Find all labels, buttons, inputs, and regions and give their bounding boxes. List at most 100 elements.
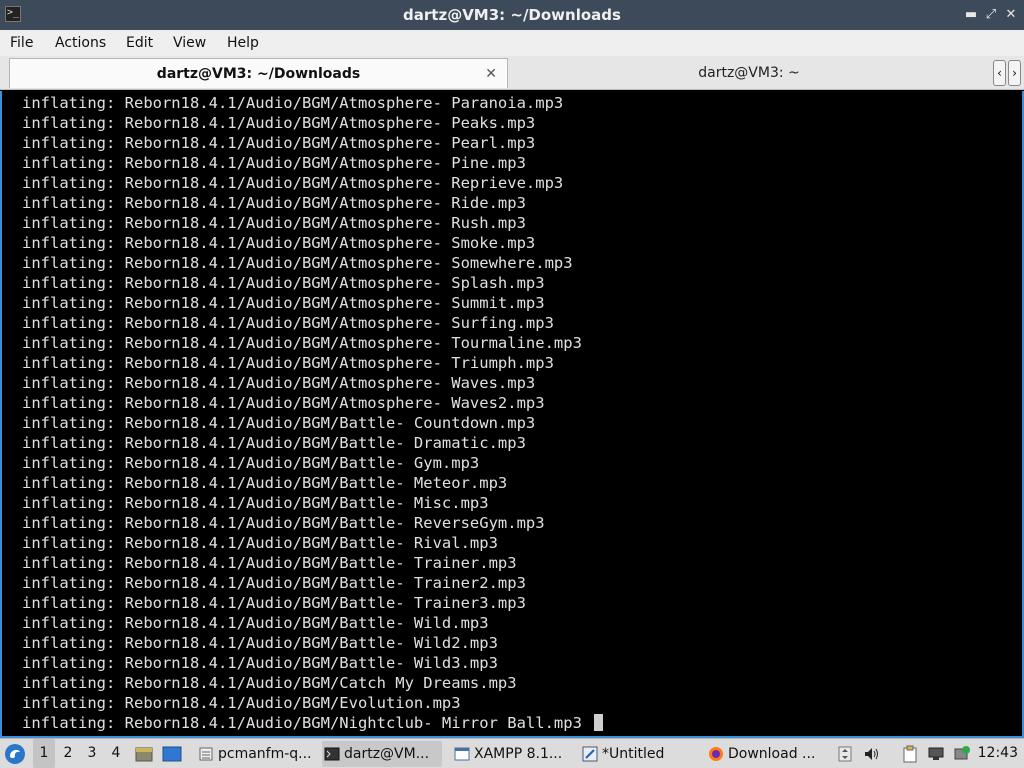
terminal-line: inflating: Reborn18.4.1/Audio/BGM/Atmosp… — [22, 293, 603, 313]
terminal-line: inflating: Reborn18.4.1/Audio/BGM/Atmosp… — [22, 233, 603, 253]
workspace-4[interactable]: 4 — [105, 739, 127, 768]
task-xampp[interactable]: XAMPP 8.1... — [452, 741, 572, 767]
menu-help[interactable]: Help — [227, 30, 259, 56]
task-label: XAMPP 8.1... — [474, 746, 563, 762]
terminal-line-text: inflating: Reborn18.4.1/Audio/BGM/Atmosp… — [22, 234, 536, 252]
terminal-line-text: inflating: Reborn18.4.1/Audio/BGM/Battle… — [22, 514, 545, 532]
task-text-editor[interactable]: *Untitled — [580, 741, 698, 767]
scroll-indicator-icon[interactable] — [836, 745, 854, 763]
terminal-line-text: inflating: Reborn18.4.1/Audio/BGM/Atmosp… — [22, 274, 545, 292]
terminal-line: inflating: Reborn18.4.1/Audio/BGM/Nightc… — [22, 713, 603, 733]
terminal-line-text: inflating: Reborn18.4.1/Audio/BGM/Atmosp… — [22, 334, 582, 352]
terminal-line: inflating: Reborn18.4.1/Audio/BGM/Atmosp… — [22, 173, 603, 193]
terminal-line: inflating: Reborn18.4.1/Audio/BGM/Atmosp… — [22, 193, 603, 213]
terminal-line: inflating: Reborn18.4.1/Audio/BGM/Battle… — [22, 493, 603, 513]
terminal-line-text: inflating: Reborn18.4.1/Audio/BGM/Battle… — [22, 494, 489, 512]
task-label: *Untitled — [602, 746, 665, 762]
terminal-line-text: inflating: Reborn18.4.1/Audio/BGM/Battle… — [22, 414, 536, 432]
menu-file[interactable]: File — [10, 30, 33, 56]
close-button[interactable]: ✕ — [1002, 6, 1020, 24]
clock[interactable]: 12:43 — [978, 739, 1018, 768]
start-menu-icon[interactable] — [4, 743, 26, 765]
terminal-line: inflating: Reborn18.4.1/Audio/BGM/Evolut… — [22, 693, 603, 713]
menu-edit[interactable]: Edit — [126, 30, 153, 56]
task-label: dartz@VM... — [344, 746, 430, 762]
terminal-line: inflating: Reborn18.4.1/Audio/BGM/Atmosp… — [22, 153, 603, 173]
terminal-line-text: inflating: Reborn18.4.1/Audio/BGM/Atmosp… — [22, 254, 573, 272]
terminal-line: inflating: Reborn18.4.1/Audio/BGM/Battle… — [22, 413, 603, 433]
terminal-line: inflating: Reborn18.4.1/Audio/BGM/Atmosp… — [22, 353, 603, 373]
terminal-line-text: inflating: Reborn18.4.1/Audio/BGM/Catch … — [22, 674, 517, 692]
terminal-line: inflating: Reborn18.4.1/Audio/BGM/Catch … — [22, 673, 603, 693]
menu-bar: File Actions Edit View Help — [0, 30, 1024, 56]
workspace-1[interactable]: 1 — [33, 739, 55, 768]
clipboard-icon[interactable] — [901, 745, 919, 763]
tab-label: dartz@VM3: ~ — [698, 65, 800, 81]
task-terminal[interactable]: dartz@VM... — [322, 741, 442, 767]
text-editor-icon — [582, 746, 598, 762]
task-file-manager[interactable]: pcmanfm-q... — [196, 741, 316, 767]
terminal-output[interactable]: inflating: Reborn18.4.1/Audio/BGM/Atmosp… — [0, 91, 1024, 738]
minimize-button[interactable]: ▬ — [962, 6, 980, 24]
terminal-line: inflating: Reborn18.4.1/Audio/BGM/Atmosp… — [22, 273, 603, 293]
task-label: pcmanfm-q... — [218, 746, 312, 762]
tab-label: dartz@VM3: ~/Downloads — [156, 66, 361, 82]
taskbar: 1 2 3 4 pcmanfm-q... dartz@VM... XAMPP 8… — [0, 738, 1024, 768]
terminal-window: >_ dartz@VM3: ~/Downloads ▬ ⤢ ✕ File Act… — [0, 0, 1024, 738]
network-icon[interactable] — [927, 745, 945, 763]
task-firefox[interactable]: Download ... — [706, 741, 826, 767]
terminal-line-text: inflating: Reborn18.4.1/Audio/BGM/Battle… — [22, 554, 517, 572]
terminal-line-text: inflating: Reborn18.4.1/Audio/BGM/Atmosp… — [22, 114, 536, 132]
maximize-button[interactable]: ⤢ — [982, 6, 1000, 24]
terminal-line: inflating: Reborn18.4.1/Audio/BGM/Battle… — [22, 553, 603, 573]
terminal-line-text: inflating: Reborn18.4.1/Audio/BGM/Atmosp… — [22, 194, 526, 212]
terminal-line-text: inflating: Reborn18.4.1/Audio/BGM/Atmosp… — [22, 394, 545, 412]
terminal-line: inflating: Reborn18.4.1/Audio/BGM/Battle… — [22, 473, 603, 493]
terminal-line: inflating: Reborn18.4.1/Audio/BGM/Battle… — [22, 573, 603, 593]
menu-view[interactable]: View — [173, 30, 206, 56]
terminal-line-text: inflating: Reborn18.4.1/Audio/BGM/Battle… — [22, 454, 480, 472]
volume-icon[interactable] — [863, 745, 881, 763]
terminal-line: inflating: Reborn18.4.1/Audio/BGM/Battle… — [22, 433, 603, 453]
terminal-line-text: inflating: Reborn18.4.1/Audio/BGM/Evolut… — [22, 694, 461, 712]
terminal-line: inflating: Reborn18.4.1/Audio/BGM/Battle… — [22, 633, 603, 653]
terminal-icon — [324, 747, 340, 761]
terminal-line-text: inflating: Reborn18.4.1/Audio/BGM/Battle… — [22, 614, 489, 632]
terminal-line: inflating: Reborn18.4.1/Audio/BGM/Battle… — [22, 653, 603, 673]
tab-scroll-right-icon[interactable]: › — [1008, 60, 1021, 86]
workspace-3[interactable]: 3 — [81, 739, 103, 768]
terminal-line: inflating: Reborn18.4.1/Audio/BGM/Battle… — [22, 593, 603, 613]
terminal-line: inflating: Reborn18.4.1/Audio/BGM/Battle… — [22, 453, 603, 473]
terminal-line-text: inflating: Reborn18.4.1/Audio/BGM/Battle… — [22, 634, 498, 652]
terminal-line-text: inflating: Reborn18.4.1/Audio/BGM/Battle… — [22, 594, 526, 612]
tab-scroll-left-icon[interactable]: ‹ — [993, 60, 1006, 86]
tab-close-icon[interactable]: ✕ — [485, 59, 497, 89]
terminal-line-text: inflating: Reborn18.4.1/Audio/BGM/Atmosp… — [22, 374, 536, 392]
tab-home[interactable]: dartz@VM3: ~ — [510, 58, 988, 88]
terminal-line-text: inflating: Reborn18.4.1/Audio/BGM/Battle… — [22, 574, 526, 592]
terminal-line: inflating: Reborn18.4.1/Audio/BGM/Atmosp… — [22, 93, 603, 113]
terminal-line-text: inflating: Reborn18.4.1/Audio/BGM/Battle… — [22, 654, 498, 672]
window-icon — [454, 747, 470, 761]
show-desktop-icon[interactable] — [134, 744, 154, 764]
tab-downloads[interactable]: dartz@VM3: ~/Downloads ✕ — [9, 58, 508, 88]
terminal-line: inflating: Reborn18.4.1/Audio/BGM/Atmosp… — [22, 393, 603, 413]
terminal-line-text: inflating: Reborn18.4.1/Audio/BGM/Atmosp… — [22, 314, 554, 332]
terminal-line-text: inflating: Reborn18.4.1/Audio/BGM/Battle… — [22, 534, 498, 552]
terminal-line-text: inflating: Reborn18.4.1/Audio/BGM/Atmosp… — [22, 354, 554, 372]
terminal-line-text: inflating: Reborn18.4.1/Audio/BGM/Battle… — [22, 474, 508, 492]
terminal-line-text: inflating: Reborn18.4.1/Audio/BGM/Atmosp… — [22, 214, 526, 232]
terminal-line: inflating: Reborn18.4.1/Audio/BGM/Atmosp… — [22, 113, 603, 133]
workspace-2[interactable]: 2 — [57, 739, 79, 768]
terminal-line: inflating: Reborn18.4.1/Audio/BGM/Atmosp… — [22, 253, 603, 273]
terminal-line-text: inflating: Reborn18.4.1/Audio/BGM/Atmosp… — [22, 174, 564, 192]
terminal-line: inflating: Reborn18.4.1/Audio/BGM/Atmosp… — [22, 373, 603, 393]
update-notification-icon[interactable] — [953, 745, 971, 763]
menu-actions[interactable]: Actions — [55, 30, 106, 56]
file-manager-icon — [199, 747, 213, 761]
terminal-line-text: inflating: Reborn18.4.1/Audio/BGM/Atmosp… — [22, 94, 564, 112]
terminal-line: inflating: Reborn18.4.1/Audio/BGM/Atmosp… — [22, 313, 603, 333]
window-switch-icon[interactable] — [162, 744, 182, 764]
terminal-line-text: inflating: Reborn18.4.1/Audio/BGM/Atmosp… — [22, 154, 526, 172]
terminal-line-text: inflating: Reborn18.4.1/Audio/BGM/Battle… — [22, 434, 526, 452]
